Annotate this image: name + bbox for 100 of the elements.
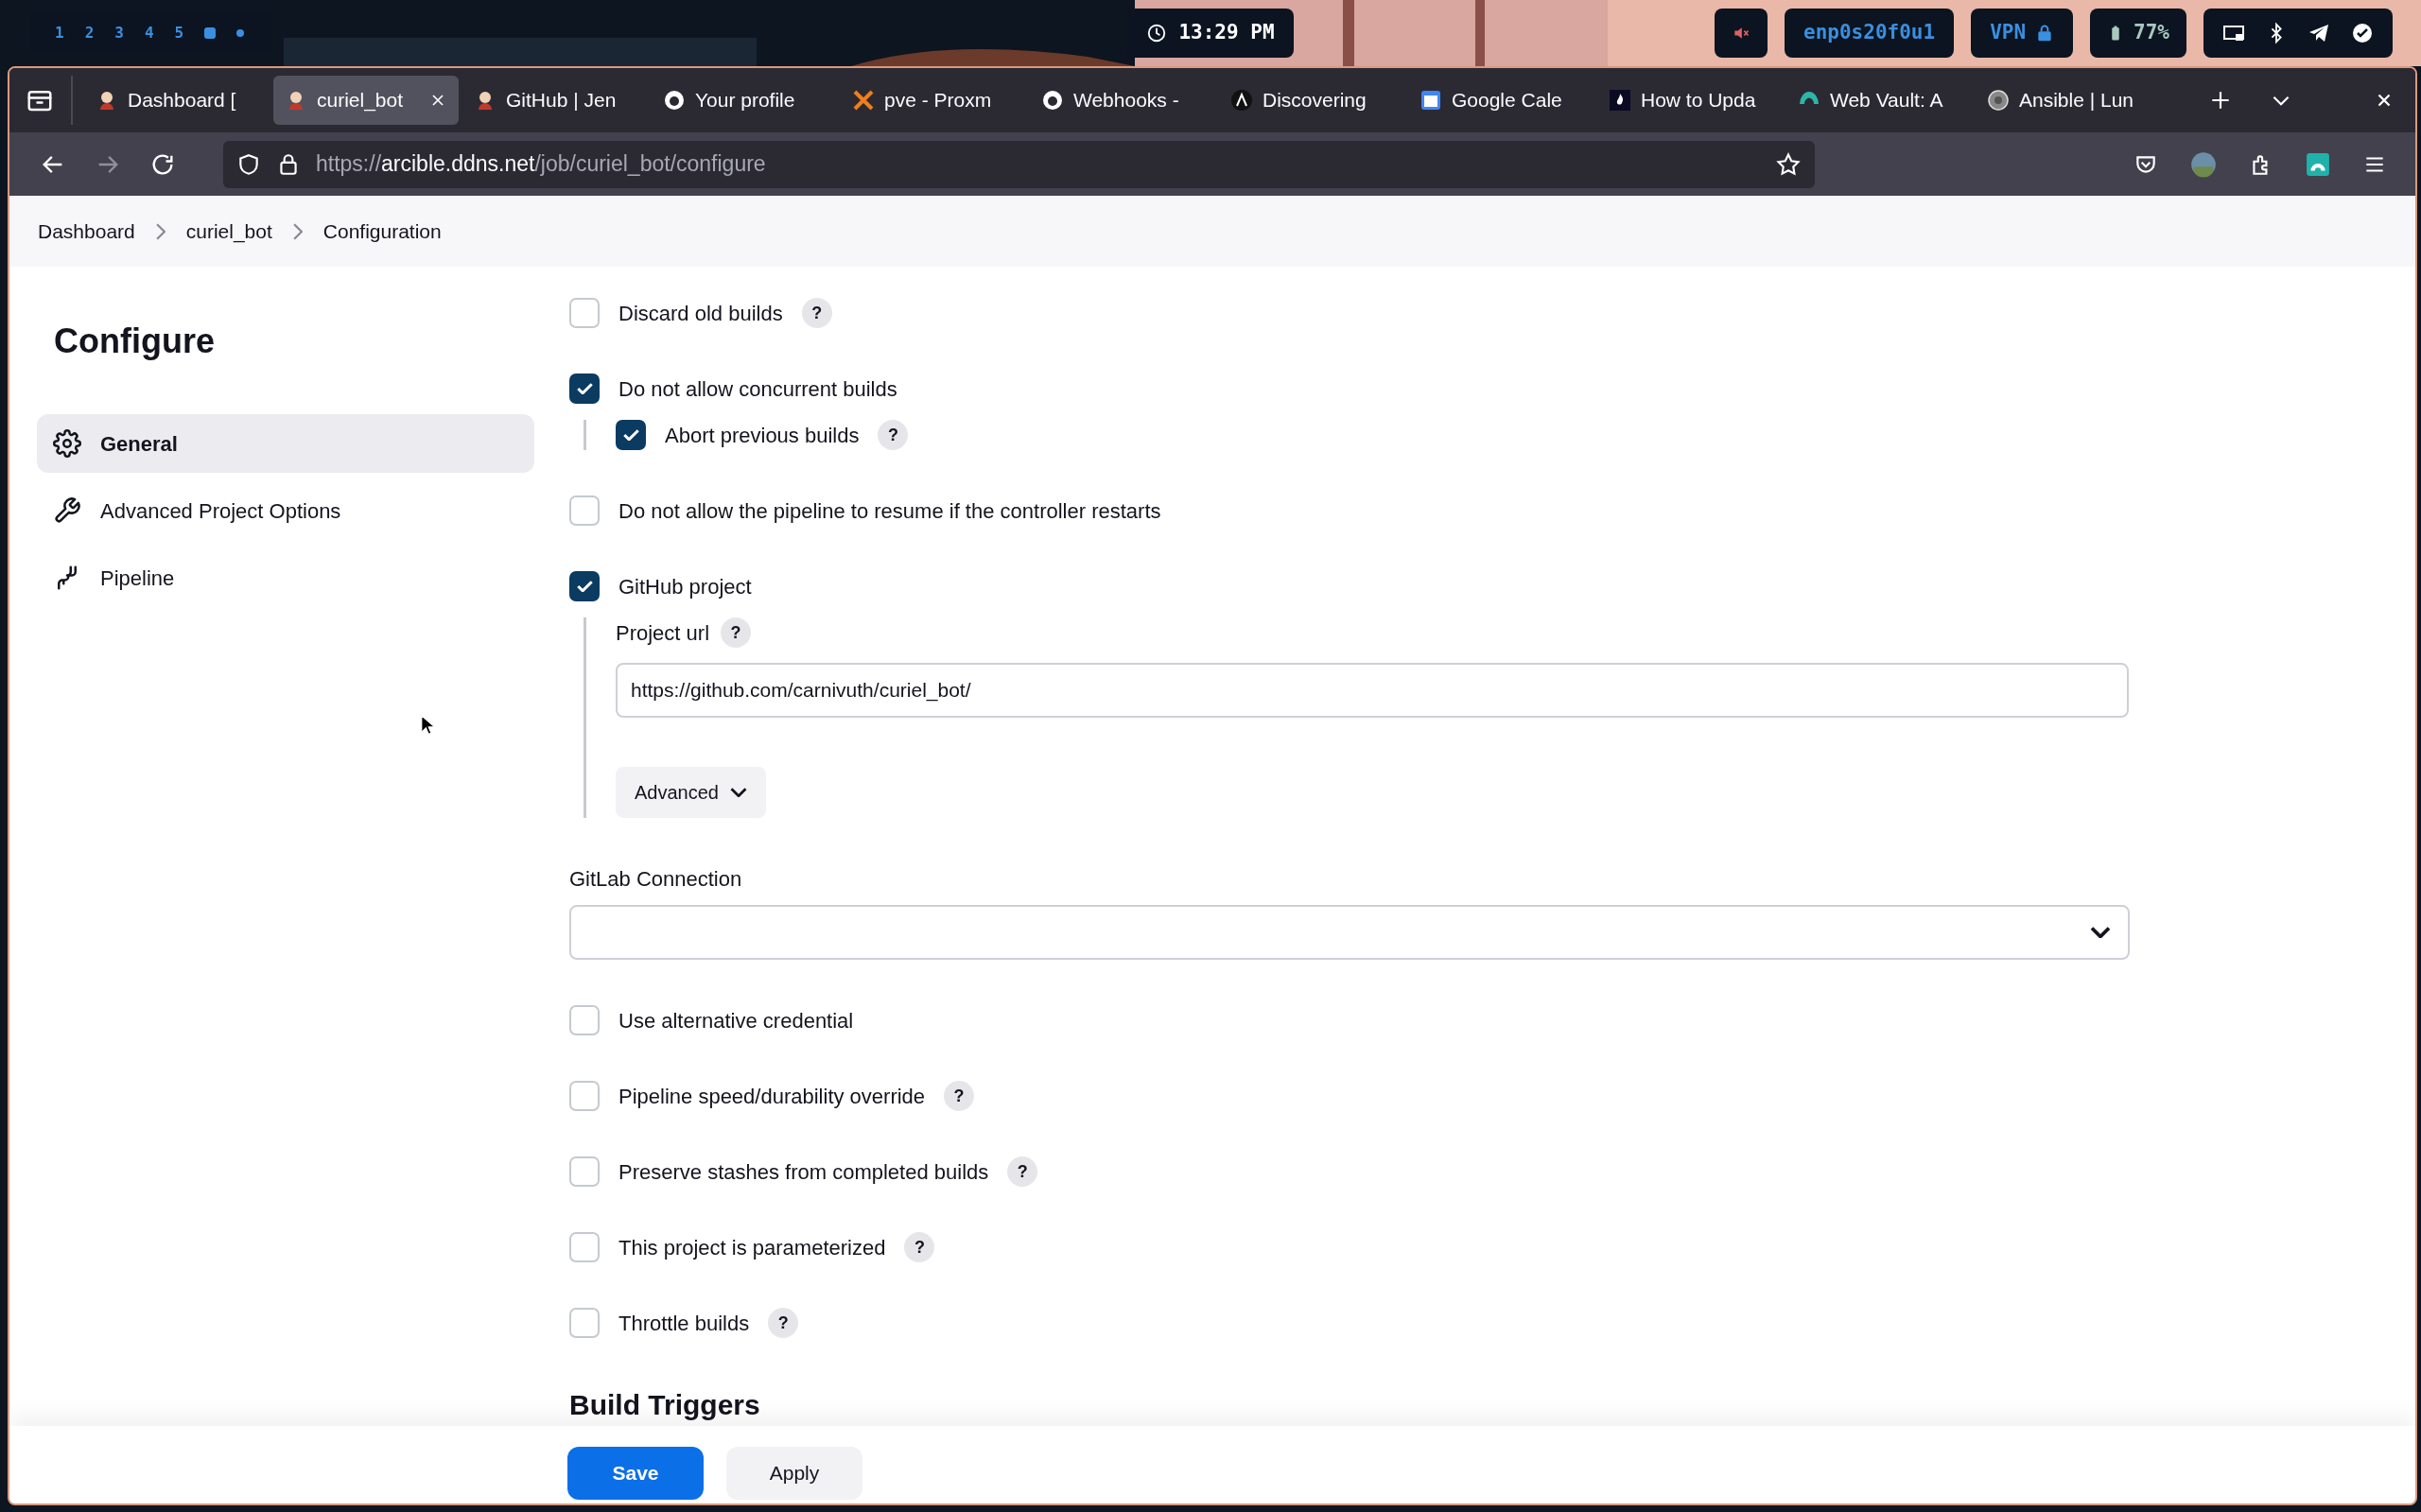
check-icon <box>622 429 639 441</box>
field-label: Project url <box>616 619 710 647</box>
checkbox[interactable] <box>569 495 600 526</box>
checkbox[interactable] <box>569 1232 600 1262</box>
checkbox[interactable] <box>616 420 646 450</box>
browser-tab[interactable]: Dashboard [ <box>84 76 270 125</box>
sidebar-item[interactable]: Advanced Project Options <box>37 481 534 540</box>
section-heading: Build Triggers <box>569 1388 761 1422</box>
tab-title: Google Cale <box>1452 88 1562 113</box>
field-label: GitLab Connection <box>569 865 743 893</box>
sidebar-item[interactable]: General <box>37 414 534 473</box>
browser-tab[interactable]: Ansible | Lun <box>1976 76 2161 125</box>
disc-icon <box>1987 89 2010 112</box>
checkbox-label: Preserve stashes from completed builds <box>618 1158 989 1186</box>
gear-icon <box>53 429 81 458</box>
checkbox-label: Discard old builds <box>618 300 783 327</box>
checkbox[interactable] <box>569 1308 600 1338</box>
network-label[interactable]: enp0s20f0u1 <box>1785 9 1955 58</box>
checkbox-label: Pipeline speed/durability override <box>618 1083 926 1110</box>
cross-icon <box>852 89 875 112</box>
workspace-number[interactable]: 5 <box>174 22 184 44</box>
breadcrumb-link[interactable]: Dashboard <box>38 216 135 247</box>
clock-time: 13:29 PM <box>1178 20 1275 46</box>
checkbox-label: Do not allow the pipeline to resume if the controller restarts <box>618 497 1161 525</box>
tab-title: curiel_bot <box>317 88 404 113</box>
tab-title: Your profile <box>695 88 795 113</box>
help-button[interactable]: ? <box>768 1308 799 1338</box>
checkbox-label: Use alternative credential <box>618 1007 854 1034</box>
mute-button[interactable] <box>1715 9 1768 58</box>
tab-title: Discovering <box>1263 88 1367 113</box>
breadcrumb-link[interactable]: Configuration <box>322 216 442 247</box>
breadcrumb-link[interactable]: curiel_bot <box>185 216 272 247</box>
help-button[interactable]: ? <box>801 298 832 328</box>
browser-tab[interactable]: pve - Proxm <box>841 76 1026 125</box>
workspace-number[interactable]: 2 <box>84 22 95 44</box>
avatar-icon[interactable] <box>2190 150 2217 178</box>
workspace-number[interactable]: 3 <box>114 22 124 44</box>
sidebar-item[interactable]: Pipeline <box>37 548 534 607</box>
checkbox-label: Throttle builds <box>618 1310 750 1337</box>
vpn-label: VPN <box>1990 20 2027 46</box>
star-icon[interactable] <box>1775 150 1802 178</box>
select-field[interactable] <box>569 905 2130 960</box>
check-icon <box>576 383 593 394</box>
tab-title: Web Vault: A <box>1830 88 1943 113</box>
browser-tab[interactable]: Discovering <box>1219 76 1404 125</box>
checkbox[interactable] <box>569 1156 600 1187</box>
check-circle-icon[interactable] <box>2351 22 2374 44</box>
browser-tab[interactable]: Web Vault: A <box>1786 76 1972 125</box>
calendar-icon <box>1420 89 1442 112</box>
help-button[interactable]: ? <box>1007 1156 1038 1187</box>
checkbox-label: GitHub project <box>618 573 752 600</box>
advanced-button[interactable]: Advanced <box>616 767 766 818</box>
tab-title: How to Upda <box>1641 88 1756 113</box>
peak-icon <box>1230 89 1253 112</box>
workspace-number[interactable]: 4 <box>144 22 154 44</box>
checkbox[interactable] <box>569 298 600 328</box>
checkbox[interactable] <box>569 1005 600 1035</box>
chevron-down-icon <box>2090 927 2111 938</box>
clock-icon <box>1146 23 1168 43</box>
workspace-number[interactable]: 1 <box>55 22 64 44</box>
shield-icon[interactable] <box>236 151 261 177</box>
address-bar[interactable]: https://arcible.ddns.net/job/curiel_bot/configure <box>223 140 1815 188</box>
vpn-widget[interactable]: VPN <box>1971 9 2074 58</box>
tab-title: Ansible | Lun <box>2019 88 2134 113</box>
checkbox-label: This project is parameterized <box>618 1234 886 1261</box>
tab-title: pve - Proxm <box>884 88 992 113</box>
battery-level: 77% <box>2134 20 2169 46</box>
tab-title: Dashboard [ <box>128 88 236 113</box>
chevron-right-icon <box>292 222 303 240</box>
checkbox[interactable] <box>569 1081 600 1111</box>
chevron-down-icon <box>729 788 747 797</box>
checkbox[interactable] <box>569 374 600 404</box>
check-icon <box>576 581 593 592</box>
browser-tab[interactable]: Your profile <box>652 76 837 125</box>
help-button[interactable]: ? <box>904 1232 935 1262</box>
help-button[interactable]: ? <box>721 617 752 648</box>
tab-title: GitHub | Jen <box>506 88 617 113</box>
checkbox-label: Do not allow concurrent builds <box>618 375 897 403</box>
text-field[interactable]: https://github.com/carnivuth/curiel_bot/ <box>616 663 2129 718</box>
apply-button[interactable]: Apply <box>726 1447 862 1500</box>
chevron-right-icon <box>155 222 165 240</box>
save-button[interactable]: Save <box>567 1447 704 1500</box>
page-title: Configure <box>53 321 216 362</box>
paper-plane-icon[interactable] <box>2308 22 2330 44</box>
help-button[interactable]: ? <box>944 1081 975 1111</box>
arch-icon[interactable] <box>2306 151 2330 177</box>
flame-icon <box>1609 89 1631 112</box>
browser-tab[interactable]: How to Upda <box>1597 76 1783 125</box>
browser-tab[interactable]: curiel_bot <box>273 76 459 125</box>
browser-tab[interactable]: GitHub | Jen <box>462 76 648 125</box>
battery-widget[interactable]: 77% <box>2090 9 2186 58</box>
workspace-square-icon[interactable] <box>204 27 217 39</box>
url-text: https://arcible.ddns.net/job/curiel_bot/configure <box>316 150 766 179</box>
checkbox[interactable] <box>569 571 600 601</box>
browser-tab[interactable]: Webhooks - <box>1030 76 1215 125</box>
checkbox-label: Abort previous builds <box>665 422 860 449</box>
wrench-icon <box>53 496 81 525</box>
browser-tab[interactable]: Google Cale <box>1408 76 1594 125</box>
help-button[interactable]: ? <box>878 420 909 450</box>
tab-title: Webhooks - <box>1073 88 1179 113</box>
